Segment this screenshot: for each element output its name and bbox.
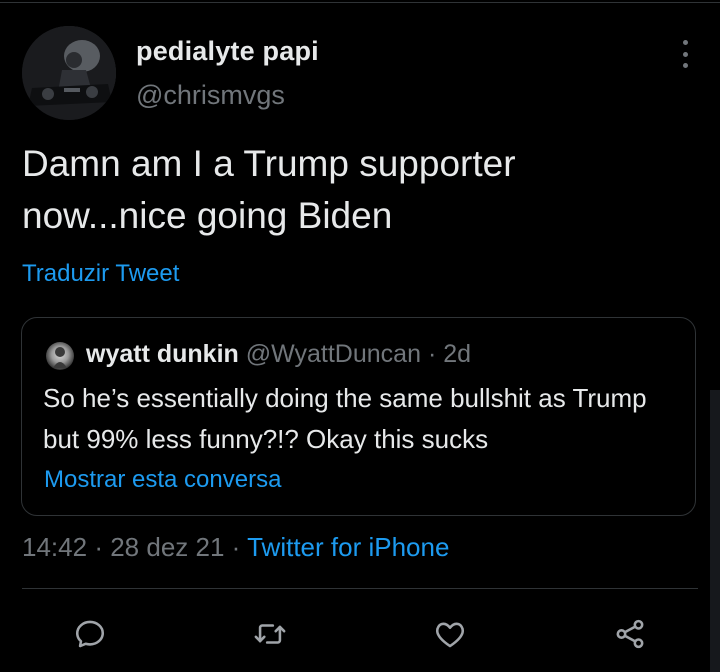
share-icon	[616, 619, 644, 649]
quoted-author-name: wyatt dunkin	[86, 340, 239, 368]
reply-icon	[75, 620, 105, 648]
quoted-author-handle: @WyattDuncan	[245, 340, 421, 368]
quoted-tweet-header: wyatt dunkin @WyattDuncan · 2d	[86, 340, 471, 369]
author-avatar[interactable]	[22, 26, 116, 120]
tweet-date[interactable]: 28 dez 21	[110, 532, 224, 562]
tweet-source-link[interactable]: Twitter for iPhone	[247, 532, 449, 562]
meta-separator: ·	[231, 532, 241, 562]
quoted-author-avatar	[46, 342, 74, 370]
tweet-text: Damn am I a Trump supporter now...nice g…	[22, 143, 516, 236]
quoted-age: 2d	[443, 340, 472, 368]
quoted-tweet-card[interactable]: wyatt dunkin @WyattDuncan · 2d So he’s e…	[21, 317, 696, 516]
top-divider	[0, 2, 720, 3]
reply-button[interactable]	[70, 614, 110, 654]
retweet-icon	[254, 624, 286, 644]
avatar-photo	[22, 26, 116, 120]
retweet-button[interactable]	[250, 614, 290, 654]
tweet-time[interactable]: 14:42	[22, 532, 87, 562]
tweet-metadata: 14:42 · 28 dez 21 · Twitter for iPhone	[22, 532, 449, 563]
heart-icon	[436, 622, 464, 648]
quoted-separator: ·	[427, 340, 437, 368]
show-conversation-link[interactable]: Mostrar esta conversa	[44, 466, 281, 494]
author-display-name[interactable]: pedialyte papi	[136, 36, 319, 67]
more-options-icon[interactable]	[676, 40, 694, 68]
scrollbar-track[interactable]	[710, 390, 720, 672]
author-handle[interactable]: @chrismvgs	[136, 80, 285, 111]
translate-tweet-link[interactable]: Traduzir Tweet	[22, 260, 179, 288]
meta-separator: ·	[94, 532, 103, 562]
quoted-tweet-text: So he’s essentially doing the same bulls…	[43, 383, 647, 454]
share-button[interactable]	[610, 614, 650, 654]
actions-divider	[22, 588, 698, 589]
like-button[interactable]	[430, 614, 470, 654]
